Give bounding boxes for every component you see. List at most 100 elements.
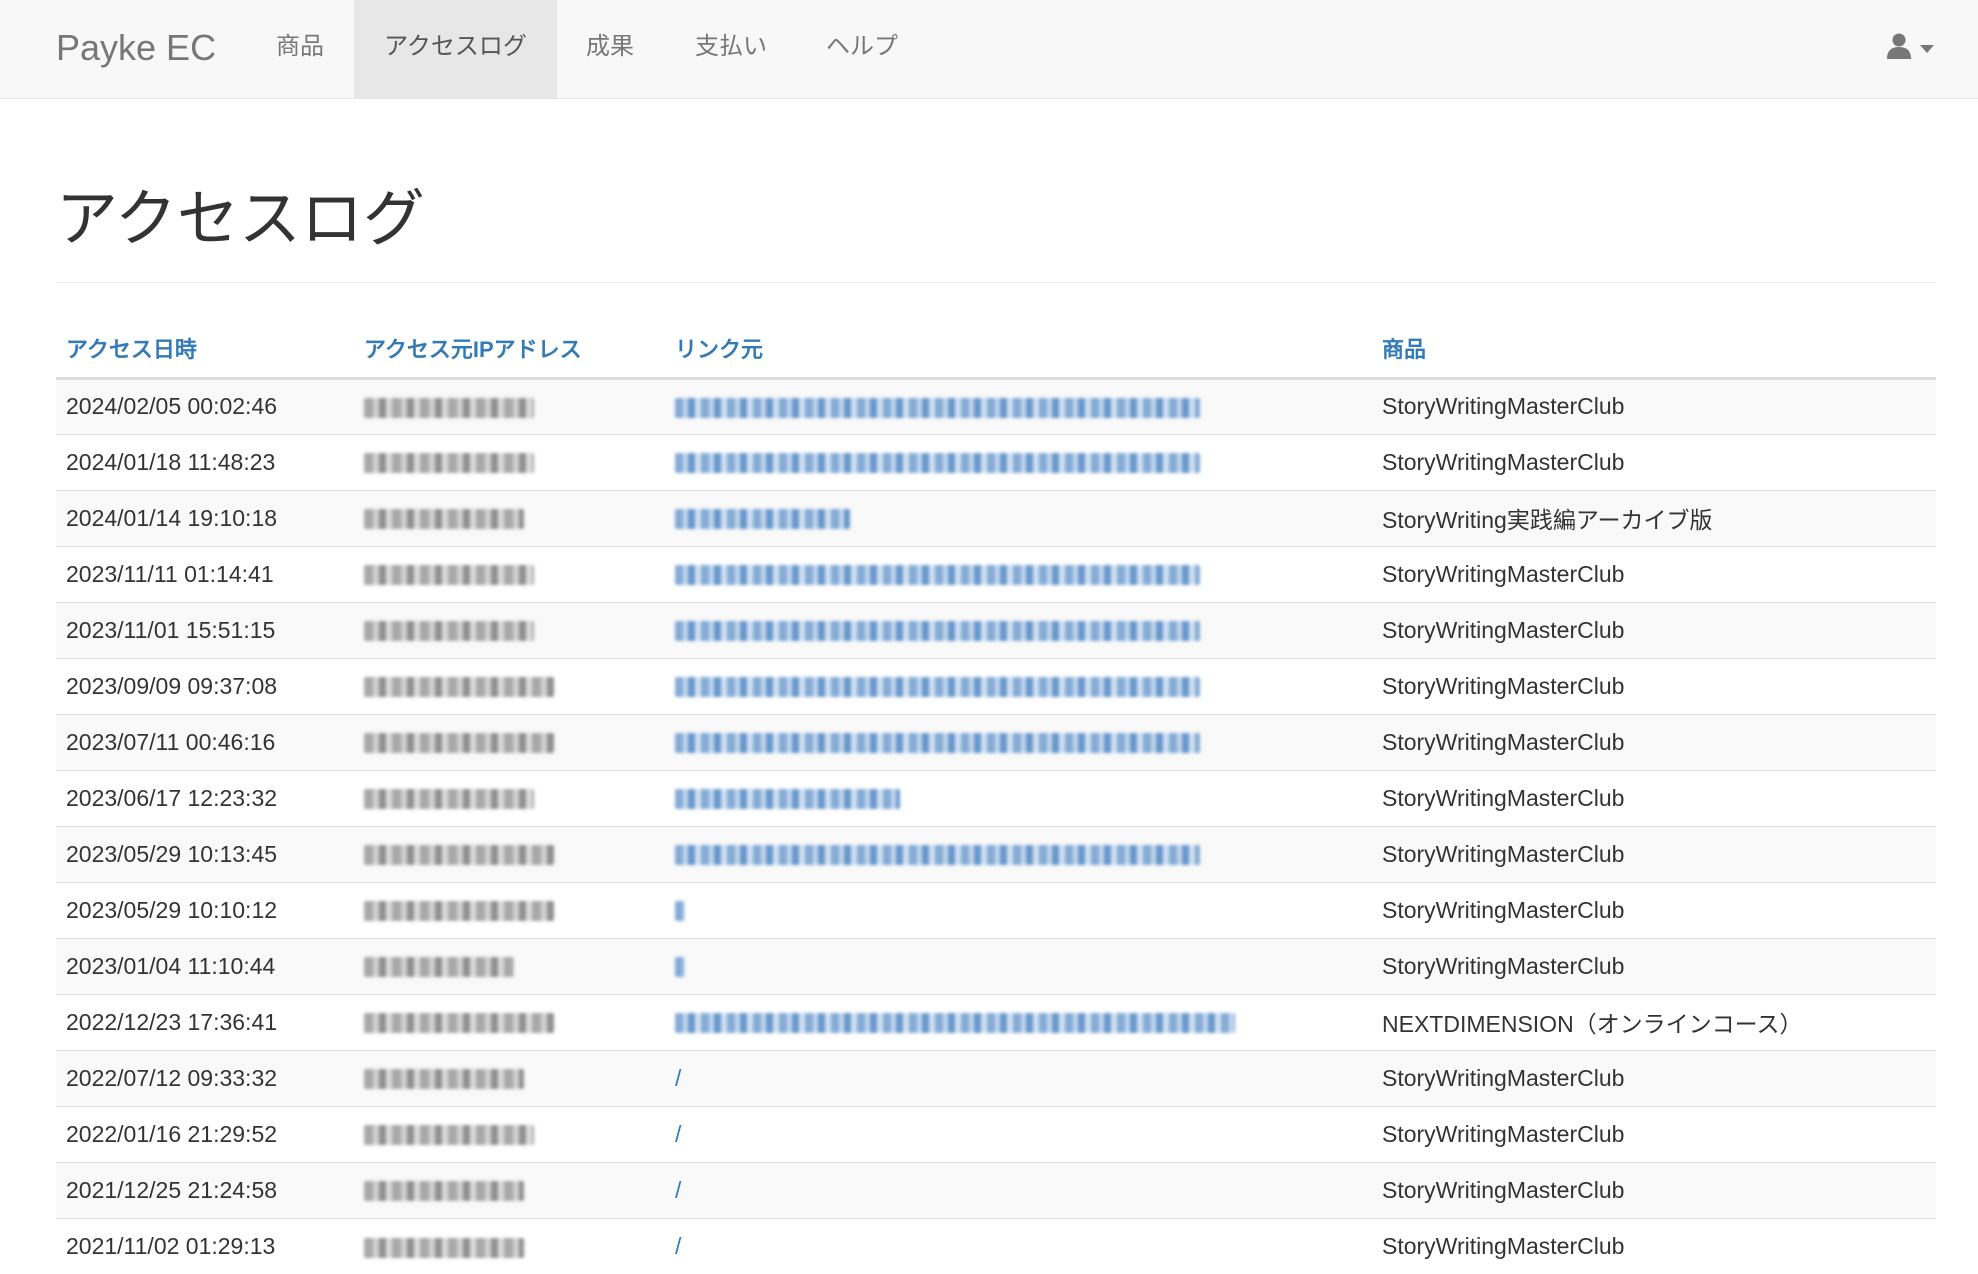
table-row: 2023/05/29 10:10:12 StoryWritingMasterCl… — [56, 881, 1936, 938]
source-ip-redacted — [354, 1049, 665, 1106]
source-ip-redacted — [354, 377, 665, 434]
referrer-link-redacted[interactable] — [675, 789, 900, 810]
product-name: StoryWritingMasterClub — [1372, 377, 1936, 434]
referrer-link[interactable]: / — [675, 1121, 681, 1147]
access-datetime: 2023/05/29 10:10:12 — [56, 881, 354, 938]
product-name: StoryWritingMasterClub — [1372, 937, 1936, 994]
referrer-link[interactable]: / — [675, 1233, 681, 1259]
product-name: StoryWritingMasterClub — [1372, 713, 1936, 770]
product-name: StoryWritingMasterClub — [1372, 825, 1936, 882]
product-name: StoryWritingMasterClub — [1372, 1105, 1936, 1162]
source-ip-redacted — [354, 489, 665, 546]
table-row: 2021/11/02 01:29:13 / StoryWritingMaster… — [56, 1217, 1936, 1274]
source-ip-redacted — [354, 993, 665, 1050]
referrer-cell — [665, 825, 1372, 882]
table-row: 2023/06/17 12:23:32 StoryWritingMasterCl… — [56, 769, 1936, 826]
nav-item-access-log[interactable]: アクセスログ — [354, 0, 557, 98]
access-datetime: 2023/01/04 11:10:44 — [56, 937, 354, 994]
referrer-link[interactable]: / — [675, 1177, 681, 1203]
nav-item-products[interactable]: 商品 — [256, 0, 344, 98]
referrer-link-redacted[interactable] — [675, 509, 850, 530]
column-header-access-datetime[interactable]: アクセス日時 — [56, 320, 354, 380]
access-datetime: 2022/01/16 21:29:52 — [56, 1105, 354, 1162]
nav-item-results[interactable]: 成果 — [566, 0, 654, 98]
referrer-link-redacted[interactable] — [675, 565, 1200, 586]
table-row: 2022/12/23 17:36:41 NEXTDIMENSION（オンラインコ… — [56, 993, 1936, 1050]
table-row: 2023/05/29 10:13:45 StoryWritingMasterCl… — [56, 825, 1936, 882]
referrer-cell: / — [665, 1217, 1372, 1274]
navbar: Payke EC 商品 アクセスログ 成果 支払い ヘルプ — [0, 0, 1978, 99]
referrer-link-redacted[interactable] — [675, 1013, 1235, 1034]
access-datetime: 2023/09/09 09:37:08 — [56, 657, 354, 714]
referrer-link-redacted[interactable] — [675, 957, 685, 978]
table-row: 2022/07/12 09:33:32 / StoryWritingMaster… — [56, 1049, 1936, 1106]
source-ip-redacted — [354, 433, 665, 490]
product-name: StoryWritingMasterClub — [1372, 657, 1936, 714]
source-ip-redacted — [354, 881, 665, 938]
access-datetime: 2021/11/02 01:29:13 — [56, 1217, 354, 1274]
source-ip-redacted — [354, 937, 665, 994]
access-log-table: アクセス日時 アクセス元IPアドレス リンク元 商品 2024/02/05 00… — [56, 320, 1936, 1274]
nav-item-help[interactable]: ヘルプ — [806, 0, 918, 98]
page-title: アクセスログ — [56, 182, 425, 255]
product-name: StoryWritingMasterClub — [1372, 769, 1936, 826]
table-row: 2022/01/16 21:29:52 / StoryWritingMaster… — [56, 1105, 1936, 1162]
product-name: StoryWritingMasterClub — [1372, 433, 1936, 490]
source-ip-redacted — [354, 1217, 665, 1274]
access-datetime: 2023/11/11 01:14:41 — [56, 545, 354, 602]
source-ip-redacted — [354, 769, 665, 826]
table-header-row: アクセス日時 アクセス元IPアドレス リンク元 商品 — [56, 320, 1936, 380]
referrer-cell — [665, 657, 1372, 714]
header-divider — [56, 282, 1936, 283]
user-icon — [1887, 33, 1911, 59]
source-ip-redacted — [354, 1105, 665, 1162]
brand-link[interactable]: Payke EC — [56, 0, 216, 98]
access-datetime: 2024/02/05 00:02:46 — [56, 377, 354, 434]
table-row: 2023/11/01 15:51:15 StoryWritingMasterCl… — [56, 601, 1936, 658]
referrer-cell: / — [665, 1049, 1372, 1106]
access-datetime: 2024/01/18 11:48:23 — [56, 433, 354, 490]
referrer-cell — [665, 601, 1372, 658]
product-name: StoryWritingMasterClub — [1372, 1161, 1936, 1218]
referrer-cell — [665, 993, 1372, 1050]
nav-item-payments[interactable]: 支払い — [666, 0, 796, 98]
access-datetime: 2022/07/12 09:33:32 — [56, 1049, 354, 1106]
referrer-link-redacted[interactable] — [675, 733, 1200, 754]
product-name: StoryWritingMasterClub — [1372, 601, 1936, 658]
referrer-cell: / — [665, 1161, 1372, 1218]
table-row: 2023/07/11 00:46:16 StoryWritingMasterCl… — [56, 713, 1936, 770]
access-datetime: 2023/07/11 00:46:16 — [56, 713, 354, 770]
table-row: 2024/01/14 19:10:18 StoryWriting実践編アーカイブ… — [56, 489, 1936, 546]
access-datetime: 2021/12/25 21:24:58 — [56, 1161, 354, 1218]
referrer-link[interactable]: / — [675, 1065, 681, 1091]
table-row: 2021/12/25 21:24:58 / StoryWritingMaster… — [56, 1161, 1936, 1218]
column-header-source-ip[interactable]: アクセス元IPアドレス — [354, 320, 665, 380]
table-row: 2023/11/11 01:14:41 StoryWritingMasterCl… — [56, 545, 1936, 602]
referrer-link-redacted[interactable] — [675, 677, 1200, 698]
access-datetime: 2024/01/14 19:10:18 — [56, 489, 354, 546]
source-ip-redacted — [354, 1161, 665, 1218]
user-menu-toggle[interactable] — [1880, 30, 1940, 66]
referrer-cell — [665, 545, 1372, 602]
table-row: 2023/09/09 09:37:08 StoryWritingMasterCl… — [56, 657, 1936, 714]
access-datetime: 2023/06/17 12:23:32 — [56, 769, 354, 826]
referrer-cell: / — [665, 1105, 1372, 1162]
access-datetime: 2022/12/23 17:36:41 — [56, 993, 354, 1050]
referrer-link-redacted[interactable] — [675, 845, 1200, 866]
referrer-link-redacted[interactable] — [675, 397, 1200, 418]
referrer-cell — [665, 713, 1372, 770]
referrer-link-redacted[interactable] — [675, 453, 1200, 474]
source-ip-redacted — [354, 601, 665, 658]
source-ip-redacted — [354, 825, 665, 882]
referrer-cell — [665, 769, 1372, 826]
referrer-link-redacted[interactable] — [675, 901, 685, 922]
column-header-product[interactable]: 商品 — [1372, 320, 1936, 380]
source-ip-redacted — [354, 713, 665, 770]
column-header-referrer[interactable]: リンク元 — [665, 320, 1372, 380]
referrer-cell — [665, 433, 1372, 490]
table-row: 2024/02/05 00:02:46 StoryWritingMasterCl… — [56, 377, 1936, 434]
table-row: 2023/01/04 11:10:44 StoryWritingMasterCl… — [56, 937, 1936, 994]
referrer-link-redacted[interactable] — [675, 621, 1200, 642]
product-name: StoryWritingMasterClub — [1372, 1217, 1936, 1274]
source-ip-redacted — [354, 545, 665, 602]
